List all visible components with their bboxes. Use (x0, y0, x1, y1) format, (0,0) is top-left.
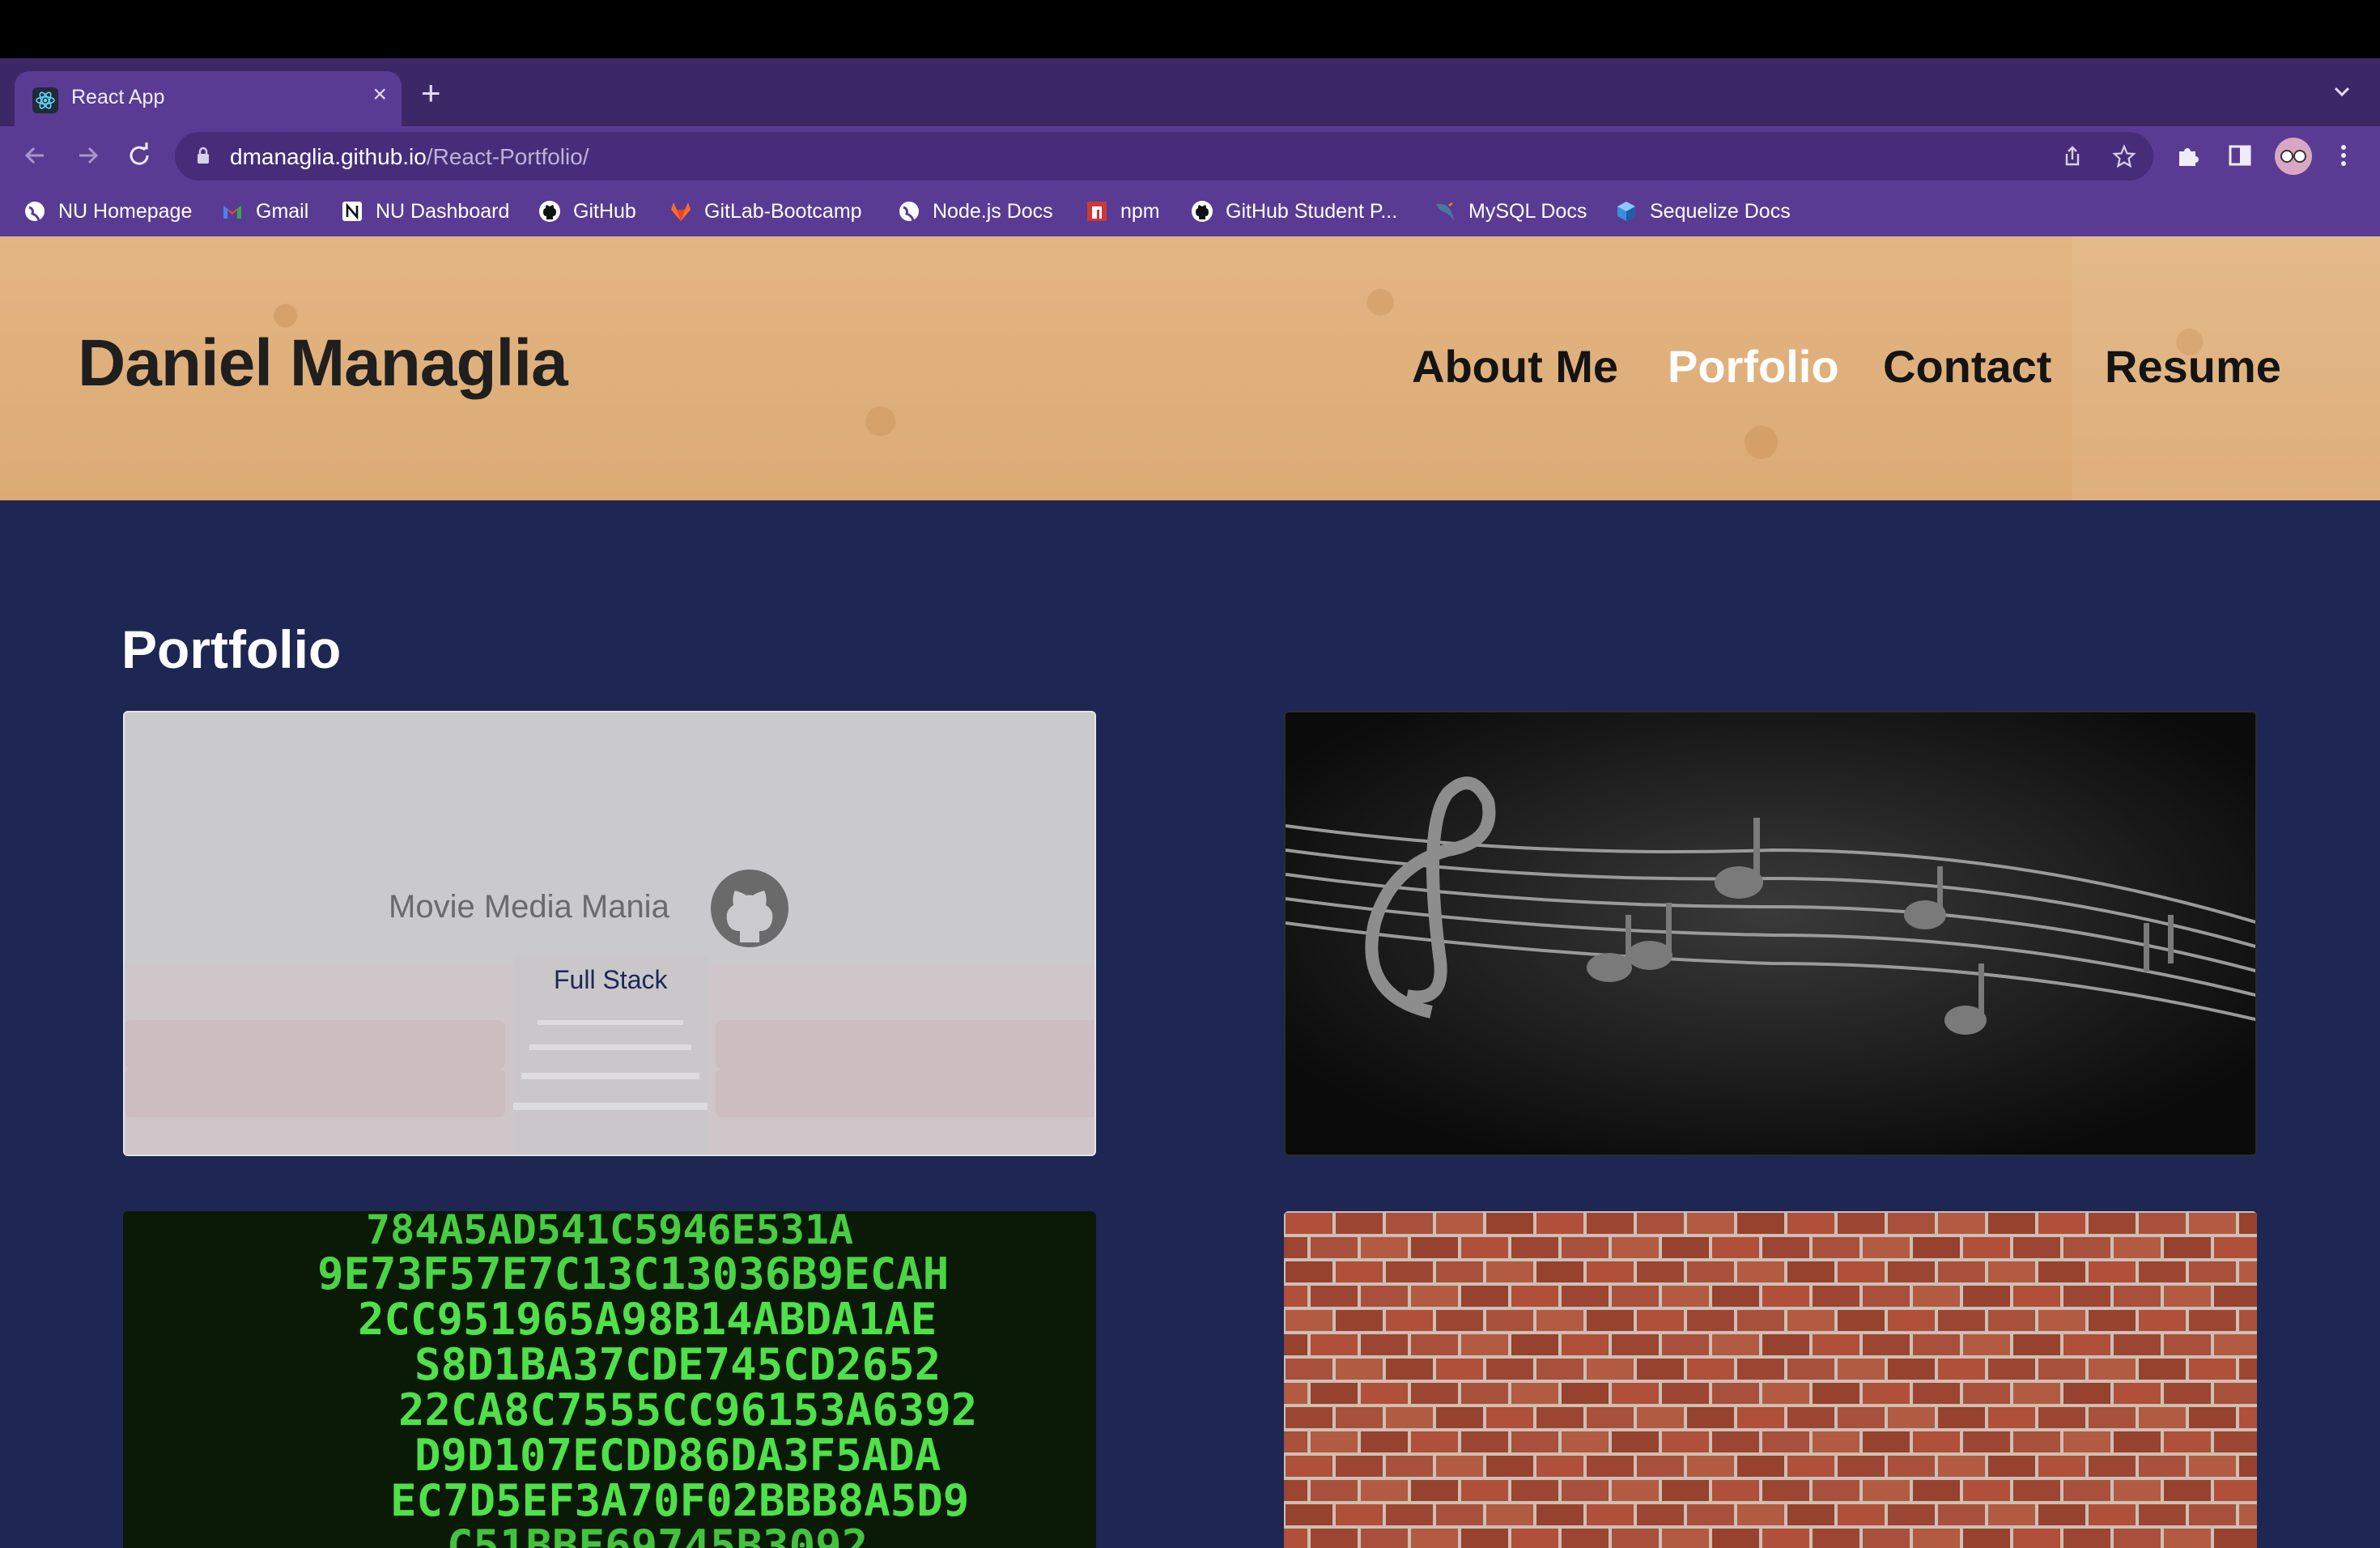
screen-top-bar (0, 0, 2380, 58)
new-tab-button[interactable]: + (421, 76, 441, 110)
lock-icon[interactable] (196, 147, 210, 164)
bookmark-npm[interactable]: npm (1085, 198, 1160, 225)
share-icon[interactable] (2059, 143, 2085, 169)
bookmark-github[interactable]: GitHub (538, 198, 636, 225)
star-icon[interactable] (2111, 143, 2137, 169)
bookmark-label: Gmail (256, 199, 309, 223)
tab-react-app[interactable]: React App × (15, 71, 402, 128)
site-header: Daniel Managlia About Me Porfolio Contac… (0, 236, 2380, 500)
bookmark-label: GitHub Student P... (1226, 199, 1398, 223)
project-card-code[interactable]: 784A5AD541C5946E531A 9E73F57E7C13C13036B… (123, 1211, 1096, 1548)
side-panel-icon[interactable] (2225, 140, 2255, 171)
project-card-movie-media-mania[interactable]: Movie Media Mania Full Stack (123, 711, 1096, 1156)
code-line: 9E73F57E7C13C13036B9ECAH (317, 1248, 950, 1299)
url-path: /React-Portfolio/ (426, 144, 589, 169)
theater-seats-image (125, 712, 1094, 1155)
nav-about-me[interactable]: About Me (1412, 340, 1618, 393)
gmail-icon (223, 206, 241, 219)
chevron-down-icon[interactable] (2331, 81, 2352, 102)
github-icon (539, 201, 560, 222)
portfolio-heading: Portfolio (121, 619, 342, 679)
bookmark-label: NU Homepage (58, 199, 193, 223)
profile-avatar[interactable] (2275, 138, 2312, 175)
bookmark-gitlab-bootcamp[interactable]: GitLab-Bootcamp (669, 198, 862, 225)
gitlab-icon (671, 202, 691, 221)
green-code-image: 784A5AD541C5946E531A 9E73F57E7C13C13036B… (123, 1211, 1096, 1548)
tab-strip: React App × + (0, 58, 2380, 128)
npm-icon (1087, 202, 1107, 221)
bookmark-mysql-docs[interactable]: MySQL Docs (1433, 198, 1587, 225)
notion-icon (342, 202, 362, 221)
nav-contact[interactable]: Contact (1883, 340, 2051, 393)
globe-icon (25, 202, 45, 221)
mysql-icon (1436, 202, 1454, 220)
bookmark-label: MySQL Docs (1468, 199, 1587, 223)
forward-arrow-icon[interactable] (71, 139, 104, 172)
code-line: 784A5AD541C5946E531A (366, 1211, 854, 1253)
bookmark-gmail[interactable]: Gmail (220, 198, 308, 225)
url-text: dmanaglia.github.io/React-Portfolio/ (230, 144, 589, 170)
extensions-puzzle-icon[interactable] (2173, 140, 2204, 171)
back-arrow-icon[interactable] (19, 139, 52, 172)
url-host: dmanaglia.github.io (230, 144, 427, 169)
bookmark-label: Node.js Docs (933, 199, 1053, 223)
glasses-avatar-icon (2280, 150, 2306, 163)
bookmark-label: GitHub (573, 199, 636, 223)
bookmark-sequelize-docs[interactable]: Sequelize Docs (1614, 198, 1791, 225)
bookmark-nu-homepage[interactable]: NU Homepage (23, 198, 192, 225)
github-icon[interactable] (709, 868, 790, 949)
project-name: Movie Media Mania (389, 889, 669, 925)
code-line: EC7D5EF3A70F02BBB8A5D9 (390, 1475, 970, 1526)
code-line: 22CA8C7555CC96153A6392 (398, 1384, 978, 1435)
bookmark-nu-dashboard[interactable]: NU Dashboard (340, 198, 509, 225)
bookmarks-bar: NU Homepage Gmail NU Dashboard GitHub Gi… (0, 186, 2380, 236)
bookmark-label: npm (1120, 199, 1160, 223)
react-icon (32, 87, 58, 113)
music-notes-image (1286, 712, 2255, 1155)
bookmark-github-student[interactable]: GitHub Student P... (1190, 198, 1397, 225)
code-line: S8D1BA37CDE745CD2652 (414, 1339, 941, 1390)
reload-icon[interactable] (123, 139, 155, 172)
bookmark-label: NU Dashboard (376, 199, 510, 223)
project-card-brick[interactable] (1284, 1211, 2257, 1548)
project-type: Full Stack (554, 965, 668, 994)
code-line: 2CC951965A98B14ABDA1AE (358, 1294, 937, 1345)
bookmark-label: GitLab-Bootcamp (704, 199, 862, 223)
bookmark-label: Sequelize Docs (1650, 199, 1791, 223)
browser-toolbar: dmanaglia.github.io/React-Portfolio/ (0, 126, 2380, 186)
tab-close-button[interactable]: × (372, 83, 387, 107)
globe-icon (899, 202, 919, 221)
brick-wall-image (1284, 1211, 2257, 1548)
sequelize-icon (1617, 202, 1635, 221)
nav-resume[interactable]: Resume (2105, 340, 2281, 393)
address-bar[interactable]: dmanaglia.github.io/React-Portfolio/ (175, 132, 2153, 181)
code-line: C51BBE69745B3092 (447, 1520, 869, 1548)
tab-title: React App (71, 86, 165, 108)
code-line: D9D107ECDD86DA3F5ADA (414, 1430, 941, 1481)
project-card-music[interactable] (1284, 711, 2257, 1156)
github-icon (1192, 201, 1213, 222)
site-title: Daniel Managlia (78, 326, 568, 400)
bookmark-nodejs-docs[interactable]: Node.js Docs (897, 198, 1053, 225)
kebab-menu-icon[interactable] (2328, 140, 2359, 171)
nav-portfolio[interactable]: Porfolio (1668, 340, 1839, 393)
